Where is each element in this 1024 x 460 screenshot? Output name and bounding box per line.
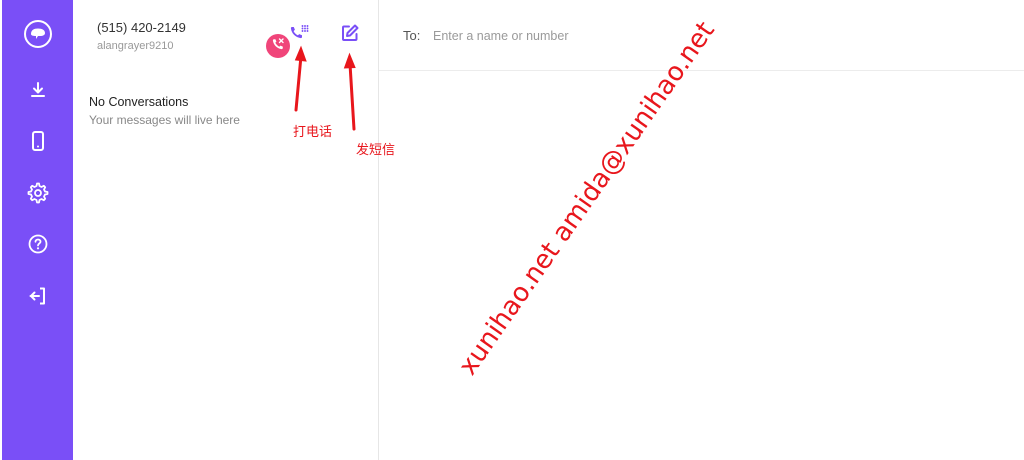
logo-button[interactable]: [2, 17, 73, 51]
nav-help[interactable]: [2, 227, 73, 261]
dialpad-call-button[interactable]: [287, 24, 311, 46]
phone-dialpad-icon: [288, 23, 310, 48]
call-annotation-label: 打电话: [293, 125, 333, 140]
edit-icon: [340, 23, 360, 48]
help-icon: [27, 233, 49, 255]
download-icon: [28, 80, 48, 100]
compose-panel: To:: [379, 0, 1024, 460]
missed-call-icon: [271, 37, 285, 56]
nav-logout[interactable]: [2, 279, 73, 313]
nav-rail: [2, 0, 73, 460]
nav-download[interactable]: [2, 73, 73, 107]
phone-device-icon: [28, 130, 48, 152]
empty-state-subtitle: Your messages will live here: [89, 113, 240, 127]
logo-icon: [23, 19, 53, 49]
nav-device[interactable]: [2, 124, 73, 158]
settings-icon: [27, 182, 49, 204]
conversation-list-panel: (515) 420-2149 alangrayer9210 No Convers…: [73, 0, 379, 460]
compose-message-button[interactable]: [338, 23, 362, 47]
account-phone-number: (515) 420-2149: [97, 20, 186, 35]
message-annotation-label: 发短信: [356, 143, 396, 158]
app-window: (515) 420-2149 alangrayer9210 No Convers…: [0, 0, 1024, 460]
logout-icon: [27, 285, 49, 307]
to-label: To:: [403, 28, 421, 43]
nav-settings[interactable]: [2, 176, 73, 210]
empty-state-title: No Conversations: [89, 95, 189, 109]
account-username: alangrayer9210: [97, 40, 174, 52]
